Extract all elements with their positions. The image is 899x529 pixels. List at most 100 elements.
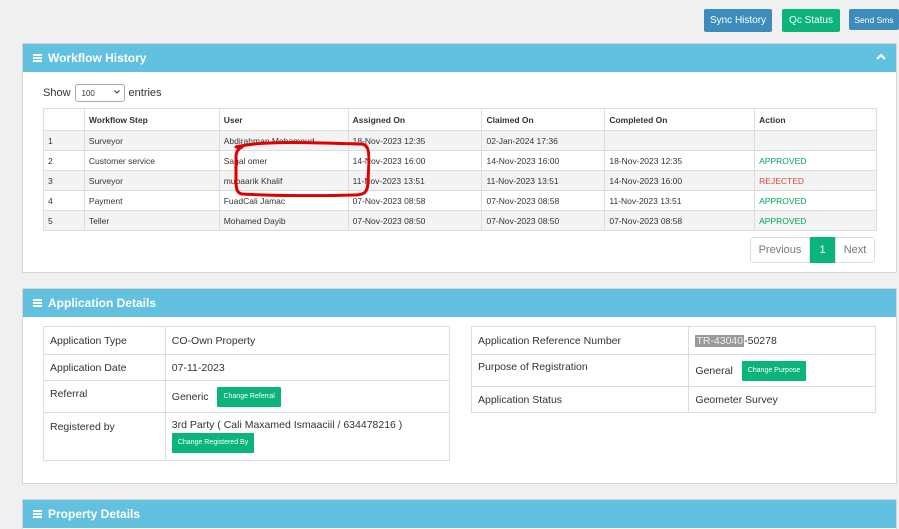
column-header[interactable]: Action bbox=[754, 108, 877, 131]
table-row: 3 Surveyor mubaarik Khalif 11-Nov-2023 1… bbox=[43, 170, 877, 191]
show-label: Show bbox=[43, 87, 71, 99]
entries-select[interactable]: 100 bbox=[74, 84, 125, 102]
column-header[interactable]: Assigned On bbox=[347, 108, 483, 131]
table-cell: 2 bbox=[43, 150, 85, 171]
table-cell: 14-Nov-2023 16:00 bbox=[604, 170, 756, 191]
column-header[interactable]: Workflow Step bbox=[83, 108, 220, 131]
info-row: Application Status Geometer Survey bbox=[470, 386, 876, 413]
pagination-previous[interactable]: Previous bbox=[750, 237, 810, 263]
selected-text: TR-43040 bbox=[695, 334, 745, 347]
qc-status-button[interactable]: Qc Status bbox=[782, 9, 840, 32]
table-cell: 07-Nov-2023 08:50 bbox=[481, 210, 606, 231]
table-cell: 11-Nov-2023 13:51 bbox=[481, 170, 606, 191]
info-label: Purpose of Registration bbox=[470, 354, 690, 387]
entries-label: entries bbox=[128, 87, 162, 99]
table-cell: 07-Nov-2023 08:58 bbox=[481, 190, 606, 211]
application-info-right: Application Reference Number TR-43040-50… bbox=[470, 326, 876, 413]
table-cell: Teller bbox=[83, 210, 220, 231]
info-value: Generic bbox=[171, 390, 209, 403]
status-cell: APPROVED bbox=[754, 210, 877, 231]
column-header[interactable]: User bbox=[218, 108, 349, 131]
purpose-cell: General Change Purpose bbox=[688, 354, 876, 387]
application-info-left: Application Type CO-Own Property Applica… bbox=[43, 326, 451, 461]
info-row: Referral Generic Change Referral bbox=[43, 380, 451, 413]
info-value: Geometer Survey bbox=[688, 386, 876, 413]
table-row: 4 Payment FuadCali Jamac 07-Nov-2023 08:… bbox=[43, 190, 877, 211]
sync-history-button[interactable]: Sync History bbox=[704, 9, 772, 32]
property-details-title: Property Details bbox=[48, 507, 141, 521]
table-header-row: Workflow Step User Assigned On Claimed O… bbox=[43, 108, 877, 131]
send-sms-button[interactable]: Send Sms bbox=[849, 9, 899, 30]
table-cell: 1 bbox=[43, 130, 85, 151]
application-details-header[interactable]: Application Details bbox=[23, 289, 896, 317]
pagination-next[interactable]: Next bbox=[835, 237, 875, 263]
status-cell: APPROVED bbox=[754, 190, 877, 211]
table-cell bbox=[754, 130, 877, 151]
application-details-title: Application Details bbox=[48, 296, 157, 310]
table-cell: Customer service bbox=[83, 150, 220, 171]
table-cell: 11-Nov-2023 13:51 bbox=[604, 190, 756, 211]
workflow-history-panel: Workflow History Show 100 entries Workfl… bbox=[22, 43, 897, 273]
table-cell: 3 bbox=[43, 170, 85, 191]
column-header[interactable] bbox=[43, 108, 85, 131]
status-cell: REJECTED bbox=[754, 170, 877, 191]
workflow-table: Workflow Step User Assigned On Claimed O… bbox=[43, 108, 877, 231]
entries-select-value: 100 bbox=[81, 88, 95, 98]
info-label: Application Reference Number bbox=[470, 326, 690, 355]
info-row: Application Type CO-Own Property bbox=[43, 326, 451, 355]
list-icon bbox=[33, 510, 42, 518]
table-cell bbox=[604, 130, 756, 151]
table-cell: 14-Nov-2023 16:00 bbox=[481, 150, 606, 171]
column-header[interactable]: Claimed On bbox=[481, 108, 606, 131]
info-row: Purpose of Registration General Change P… bbox=[470, 354, 876, 387]
info-value: CO-Own Property bbox=[164, 326, 451, 355]
info-label: Application Type bbox=[43, 326, 166, 355]
chevron-up-icon[interactable] bbox=[876, 52, 886, 62]
table-cell: 07-Nov-2023 08:50 bbox=[347, 210, 483, 231]
property-details-panel: Property Details bbox=[22, 499, 897, 529]
table-cell: 07-Nov-2023 08:58 bbox=[604, 210, 756, 231]
info-label: Referral bbox=[43, 380, 166, 413]
change-referral-button[interactable]: Change Referral bbox=[217, 386, 281, 407]
pagination-page-1[interactable]: 1 bbox=[810, 237, 835, 263]
table-cell: Surveyor bbox=[83, 130, 220, 151]
info-value: 3rd Party ( Cali Maxamed Ismaaciil / 634… bbox=[171, 419, 403, 431]
change-registered-by-button[interactable]: Change Registered By bbox=[171, 433, 255, 453]
table-cell: 5 bbox=[43, 210, 85, 231]
column-header[interactable]: Completed On bbox=[604, 108, 756, 131]
info-value: -50278 bbox=[744, 334, 777, 347]
property-details-header[interactable]: Property Details bbox=[23, 500, 896, 528]
referral-cell: Generic Change Referral bbox=[164, 380, 451, 413]
application-details-panel: Application Details Application Type CO-… bbox=[22, 288, 897, 484]
info-value: 07-11-2023 bbox=[164, 354, 451, 381]
table-row: 1 Surveyor Abdirahman Mohamoud 18-Nov-20… bbox=[43, 130, 877, 151]
reference-number-cell: TR-43040-50278 bbox=[688, 326, 876, 355]
registered-cell: 3rd Party ( Cali Maxamed Ismaaciil / 634… bbox=[164, 412, 451, 461]
entries-length-control: Show 100 entries bbox=[43, 84, 162, 102]
table-row: 5 Teller Mohamed Dayib 07-Nov-2023 08:50… bbox=[43, 210, 877, 231]
info-row: Application Date 07-11-2023 bbox=[43, 354, 451, 381]
info-label: Application Date bbox=[43, 354, 166, 381]
info-label: Application Status bbox=[470, 386, 690, 413]
workflow-history-header[interactable]: Workflow History bbox=[23, 44, 896, 72]
top-actions: Sync History Qc Status Send Sms bbox=[0, 9, 899, 33]
status-cell: APPROVED bbox=[754, 150, 877, 171]
table-cell: 02-Jan-2024 17:36 bbox=[481, 130, 606, 151]
user-column-annotation bbox=[234, 141, 370, 197]
chevron-down-icon bbox=[113, 90, 120, 94]
table-cell: Mohamed Dayib bbox=[218, 210, 349, 231]
info-label: Registered by bbox=[43, 412, 166, 461]
table-row: 2 Customer service Sagal omer 14-Nov-202… bbox=[43, 150, 877, 171]
table-cell: 4 bbox=[43, 190, 85, 211]
change-purpose-button[interactable]: Change Purpose bbox=[741, 360, 807, 381]
info-row: Application Reference Number TR-43040-50… bbox=[470, 326, 876, 355]
list-icon bbox=[33, 299, 42, 307]
table-cell: 18-Nov-2023 12:35 bbox=[604, 150, 756, 171]
workflow-history-title: Workflow History bbox=[48, 51, 147, 65]
info-value: General bbox=[695, 364, 733, 377]
info-row: Registered by 3rd Party ( Cali Maxamed I… bbox=[43, 412, 451, 461]
pagination: Previous 1 Next bbox=[750, 237, 875, 263]
list-icon bbox=[33, 54, 42, 62]
table-cell: Payment bbox=[83, 190, 220, 211]
table-cell: Surveyor bbox=[83, 170, 220, 191]
